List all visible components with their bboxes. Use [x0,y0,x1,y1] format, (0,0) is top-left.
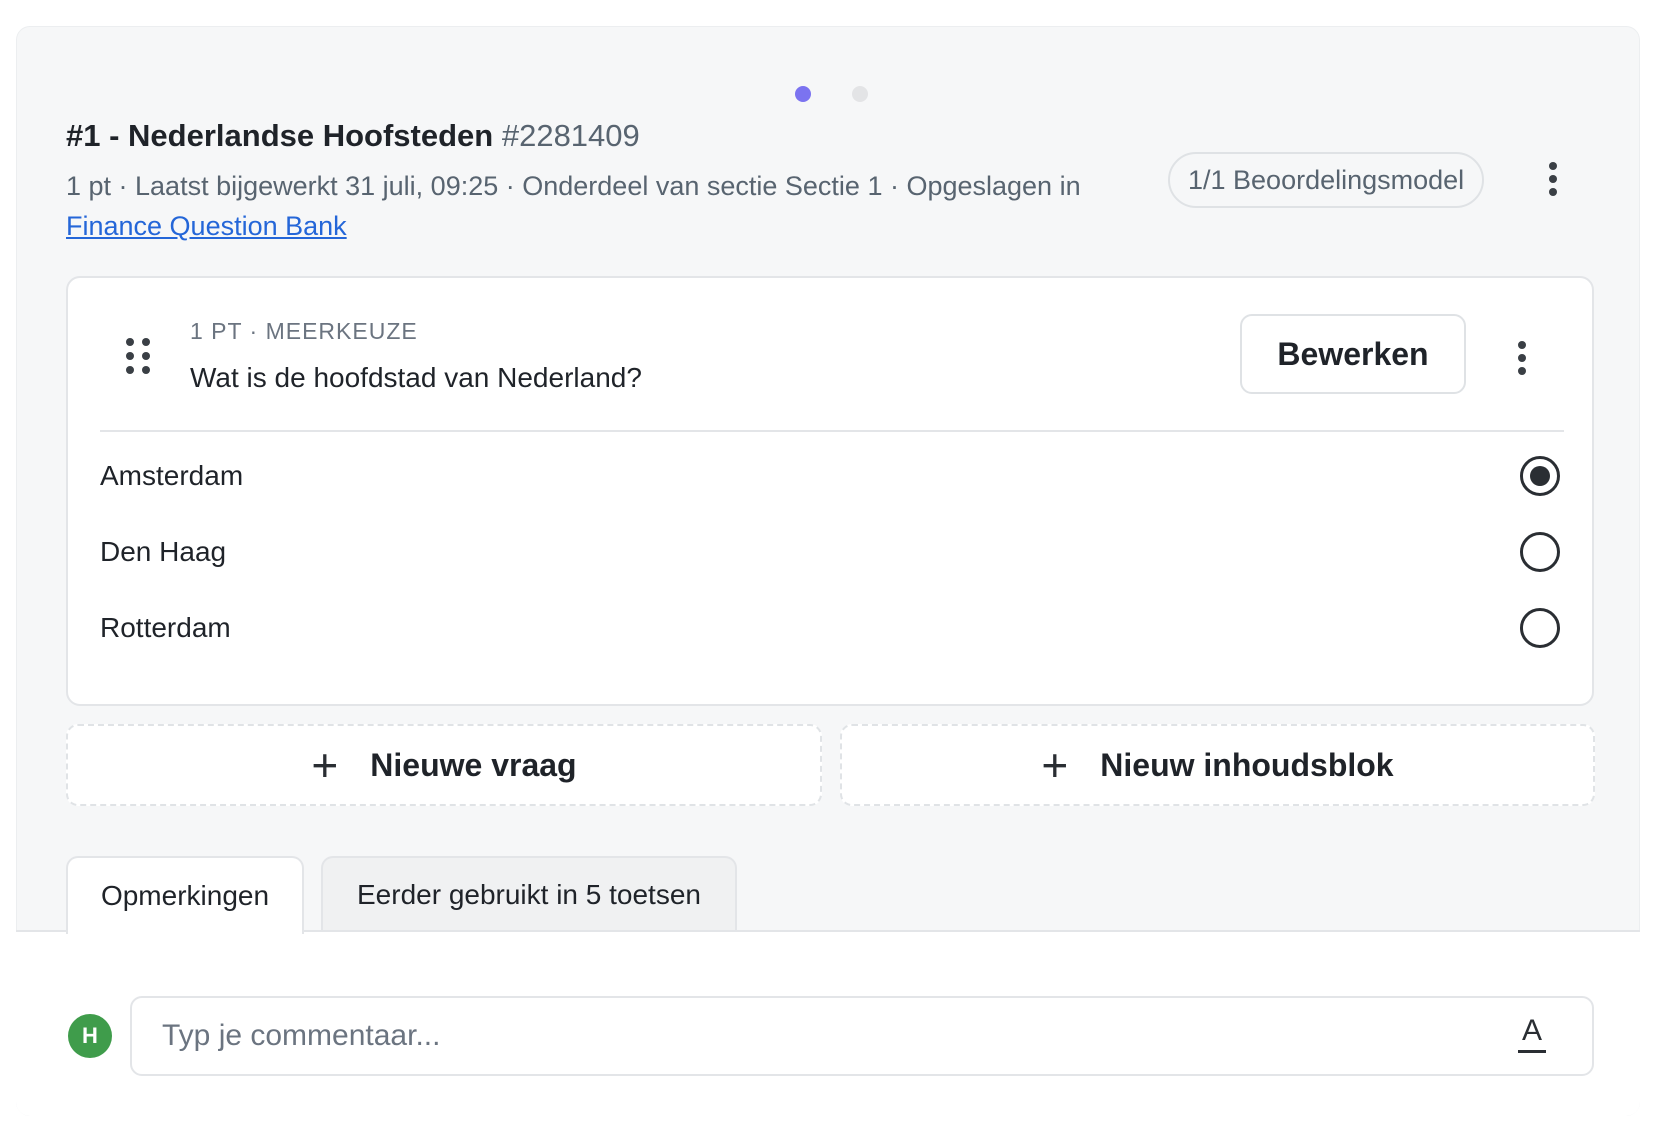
new-content-block-label: Nieuw inhoudsblok [1100,746,1394,783]
card-divider [100,430,1564,432]
question-card: 1 PT · MEERKEUZE Wat is de hoofdstad van… [66,276,1594,706]
question-more-icon[interactable] [1541,157,1565,201]
edit-button[interactable]: Bewerken [1240,314,1466,394]
answer-option-label: Rotterdam [100,612,231,643]
answer-option-label: Den Haag [100,536,227,567]
comment-input[interactable] [162,998,1462,1074]
question-title-text: #1 - Nederlandse Hoofsteden [66,118,494,153]
answer-option-3[interactable]: Rotterdam [100,598,1564,658]
question-bank-link[interactable]: Finance Question Bank [66,211,347,241]
answer-option-1[interactable]: Amsterdam [100,446,1564,506]
question-text: Wat is de hoofdstad van Nederland? [190,362,642,393]
question-meta-text: 1 pt · Laatst bijgewerkt 31 juli, 09:25 … [66,171,1081,201]
new-content-block-button[interactable]: + Nieuw inhoudsblok [840,724,1595,806]
card-more-icon[interactable] [1510,336,1534,380]
tab-previously-used[interactable]: Eerder gebruikt in 5 toetsen [321,856,737,932]
plus-icon: + [1041,739,1069,791]
comment-box: A [130,996,1594,1076]
grading-model-pill[interactable]: 1/1 Beoordelingsmodel [1168,152,1485,208]
question-title: #1 - Nederlandse Hoofsteden #2281409 [66,118,640,154]
drag-handle-icon[interactable] [126,338,150,374]
answer-radio[interactable] [1520,532,1560,572]
answer-option-2[interactable]: Den Haag [100,522,1564,582]
answer-radio[interactable] [1520,608,1560,648]
new-question-label: Nieuwe vraag [370,746,577,783]
avatar: H [68,1014,112,1058]
plus-icon: + [311,739,339,791]
answer-option-label: Amsterdam [100,460,244,491]
tab-comments[interactable]: Opmerkingen [66,856,304,934]
question-meta: 1 pt · Laatst bijgewerkt 31 juli, 09:25 … [66,166,1146,246]
question-type-label: 1 PT · MEERKEUZE [190,318,418,344]
pager-dots [0,86,1656,106]
answer-radio-selected[interactable] [1520,456,1560,496]
new-question-button[interactable]: + Nieuwe vraag [66,724,822,806]
text-format-icon[interactable]: A [1512,1014,1552,1058]
pager-dot-1[interactable] [795,86,811,102]
pager-dot-2[interactable] [852,86,868,102]
question-id: #2281409 [501,118,640,153]
